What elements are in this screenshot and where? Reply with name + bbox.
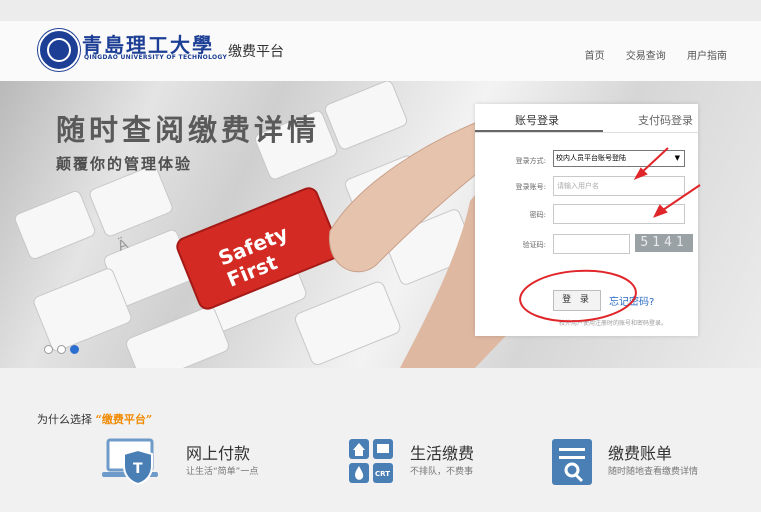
top-nav: 首页 交易查询 用户指南 bbox=[567, 47, 727, 62]
laptop-shield-icon: T bbox=[102, 438, 158, 486]
login-panel: 账号登录 支付码登录 登录方式: 校内人员平台账号登陆 ▼ 登录账号: 请输入用… bbox=[475, 104, 698, 336]
carousel-dot-2[interactable] bbox=[57, 345, 66, 354]
login-method-row: 登录方式: 校内人员平台账号登陆 ▼ bbox=[475, 150, 698, 170]
tab-paycode-login[interactable]: 支付码登录 bbox=[638, 112, 693, 128]
carousel-dot-1[interactable] bbox=[44, 345, 53, 354]
banner-headline: 随时查阅缴费详情 bbox=[56, 113, 321, 147]
login-button[interactable]: 登 录 bbox=[553, 290, 601, 311]
captcha-label: 验证码: bbox=[522, 241, 546, 249]
login-tabs: 账号登录 支付码登录 bbox=[475, 104, 698, 133]
university-name-en: QINGDAO UNIVERSITY OF TECHNOLOGY bbox=[84, 54, 228, 61]
carousel-dot-3[interactable] bbox=[70, 345, 79, 354]
svg-text:CRT: CRT bbox=[375, 470, 390, 478]
account-input[interactable]: 请输入用户名 bbox=[553, 176, 685, 196]
why-choose-heading: 为什么选择 “缴费平台” bbox=[37, 411, 152, 427]
captcha-input[interactable] bbox=[553, 234, 630, 254]
tab-account-login[interactable]: 账号登录 bbox=[515, 112, 559, 128]
carousel-dots bbox=[44, 339, 83, 358]
login-method-value: 校内人员平台账号登陆 bbox=[556, 154, 626, 162]
login-method-label: 登录方式: bbox=[515, 157, 546, 165]
active-tab-indicator bbox=[475, 130, 603, 132]
why-prefix: 为什么选择 bbox=[37, 413, 92, 426]
why-highlight: “缴费平台” bbox=[95, 413, 153, 426]
password-input[interactable] bbox=[553, 204, 685, 224]
top-strip bbox=[0, 0, 761, 21]
header: 青島理工大學 QINGDAO UNIVERSITY OF TECHNOLOGY … bbox=[0, 21, 761, 82]
account-label: 登录账号: bbox=[515, 183, 546, 191]
forgot-password-link[interactable]: 忘记密码? bbox=[609, 293, 654, 308]
feature-subtitle: 不排队，不费事 bbox=[410, 467, 474, 477]
bill-search-icon bbox=[552, 439, 592, 485]
password-label: 密码: bbox=[529, 211, 546, 219]
feature-title: 生活缴费 bbox=[410, 444, 475, 463]
feature-subtitle: 让生活“简单”一点 bbox=[186, 467, 259, 477]
banner-subline: 颠覆你的管理体验 bbox=[56, 155, 193, 173]
external-user-note: 校外用户使用注册时的账号和密码登录。 bbox=[559, 320, 668, 327]
feature-subtitle: 随时随地查看缴费详情 bbox=[608, 467, 699, 477]
captcha-image[interactable]: 5141 bbox=[635, 234, 693, 252]
svg-text:T: T bbox=[133, 461, 143, 477]
nav-user-guide[interactable]: 用户指南 bbox=[687, 51, 727, 62]
utility-bills-icon: CRT bbox=[349, 439, 393, 483]
nav-transaction-query[interactable]: 交易查询 bbox=[626, 51, 666, 62]
site-title: 缴费平台 bbox=[228, 44, 284, 60]
dropdown-arrow-icon: ▼ bbox=[674, 154, 680, 162]
feature-title: 缴费账单 bbox=[608, 444, 673, 463]
nav-home[interactable]: 首页 bbox=[585, 51, 605, 62]
login-method-select[interactable]: 校内人员平台账号登陆 ▼ bbox=[553, 150, 685, 167]
captcha-row: 验证码: 5141 bbox=[475, 234, 698, 254]
university-seal-logo[interactable] bbox=[38, 29, 80, 71]
feature-title: 网上付款 bbox=[186, 444, 251, 463]
account-row: 登录账号: 请输入用户名 bbox=[475, 176, 698, 196]
account-placeholder: 请输入用户名 bbox=[557, 182, 599, 190]
password-row: 密码: bbox=[475, 204, 698, 224]
